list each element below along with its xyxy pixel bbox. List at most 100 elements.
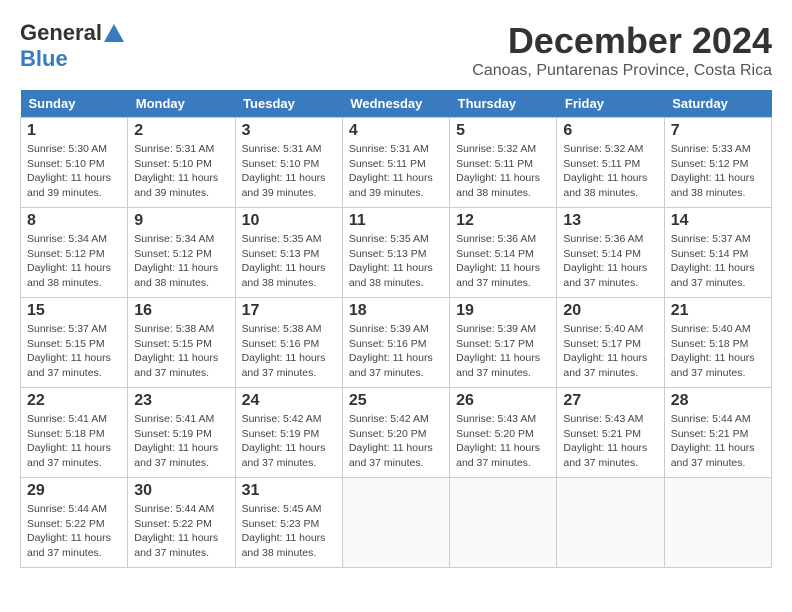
day-cell-15: 15 Sunrise: 5:37 AM Sunset: 5:15 PM Dayl… — [21, 298, 128, 388]
day-info: Sunrise: 5:34 AM Sunset: 5:12 PM Dayligh… — [27, 232, 121, 291]
day-cell-9: 9 Sunrise: 5:34 AM Sunset: 5:12 PM Dayli… — [128, 208, 235, 298]
day-cell-21: 21 Sunrise: 5:40 AM Sunset: 5:18 PM Dayl… — [664, 298, 771, 388]
logo: General Blue — [20, 20, 124, 72]
day-info: Sunrise: 5:41 AM Sunset: 5:19 PM Dayligh… — [134, 412, 228, 471]
day-number: 27 — [563, 392, 657, 410]
day-number: 21 — [671, 302, 765, 320]
empty-cell — [342, 478, 449, 568]
day-cell-7: 7 Sunrise: 5:33 AM Sunset: 5:12 PM Dayli… — [664, 118, 771, 208]
day-number: 28 — [671, 392, 765, 410]
day-number: 2 — [134, 122, 228, 140]
day-number: 11 — [349, 212, 443, 230]
day-number: 9 — [134, 212, 228, 230]
day-number: 19 — [456, 302, 550, 320]
day-info: Sunrise: 5:44 AM Sunset: 5:21 PM Dayligh… — [671, 412, 765, 471]
header-saturday: Saturday — [664, 90, 771, 118]
day-cell-10: 10 Sunrise: 5:35 AM Sunset: 5:13 PM Dayl… — [235, 208, 342, 298]
day-number: 14 — [671, 212, 765, 230]
day-info: Sunrise: 5:37 AM Sunset: 5:15 PM Dayligh… — [27, 322, 121, 381]
day-cell-26: 26 Sunrise: 5:43 AM Sunset: 5:20 PM Dayl… — [450, 388, 557, 478]
day-info: Sunrise: 5:39 AM Sunset: 5:16 PM Dayligh… — [349, 322, 443, 381]
day-cell-19: 19 Sunrise: 5:39 AM Sunset: 5:17 PM Dayl… — [450, 298, 557, 388]
day-cell-29: 29 Sunrise: 5:44 AM Sunset: 5:22 PM Dayl… — [21, 478, 128, 568]
header-tuesday: Tuesday — [235, 90, 342, 118]
day-info: Sunrise: 5:36 AM Sunset: 5:14 PM Dayligh… — [563, 232, 657, 291]
day-number: 6 — [563, 122, 657, 140]
day-cell-17: 17 Sunrise: 5:38 AM Sunset: 5:16 PM Dayl… — [235, 298, 342, 388]
day-number: 20 — [563, 302, 657, 320]
day-info: Sunrise: 5:40 AM Sunset: 5:18 PM Dayligh… — [671, 322, 765, 381]
empty-cell — [664, 478, 771, 568]
day-cell-8: 8 Sunrise: 5:34 AM Sunset: 5:12 PM Dayli… — [21, 208, 128, 298]
day-number: 12 — [456, 212, 550, 230]
day-number: 4 — [349, 122, 443, 140]
day-number: 15 — [27, 302, 121, 320]
page-header: General Blue December 2024 Canoas, Punta… — [20, 20, 772, 80]
day-number: 5 — [456, 122, 550, 140]
calendar-table: Sunday Monday Tuesday Wednesday Thursday… — [20, 90, 772, 568]
calendar-week-row: 8 Sunrise: 5:34 AM Sunset: 5:12 PM Dayli… — [21, 208, 772, 298]
day-number: 16 — [134, 302, 228, 320]
logo-blue-text: Blue — [20, 46, 68, 72]
day-number: 24 — [242, 392, 336, 410]
day-cell-23: 23 Sunrise: 5:41 AM Sunset: 5:19 PM Dayl… — [128, 388, 235, 478]
calendar-header-row: Sunday Monday Tuesday Wednesday Thursday… — [21, 90, 772, 118]
day-info: Sunrise: 5:35 AM Sunset: 5:13 PM Dayligh… — [242, 232, 336, 291]
day-info: Sunrise: 5:43 AM Sunset: 5:21 PM Dayligh… — [563, 412, 657, 471]
header-monday: Monday — [128, 90, 235, 118]
month-year-title: December 2024 — [472, 20, 772, 62]
day-cell-31: 31 Sunrise: 5:45 AM Sunset: 5:23 PM Dayl… — [235, 478, 342, 568]
day-cell-3: 3 Sunrise: 5:31 AM Sunset: 5:10 PM Dayli… — [235, 118, 342, 208]
day-cell-6: 6 Sunrise: 5:32 AM Sunset: 5:11 PM Dayli… — [557, 118, 664, 208]
day-info: Sunrise: 5:37 AM Sunset: 5:14 PM Dayligh… — [671, 232, 765, 291]
day-cell-25: 25 Sunrise: 5:42 AM Sunset: 5:20 PM Dayl… — [342, 388, 449, 478]
day-number: 17 — [242, 302, 336, 320]
day-info: Sunrise: 5:44 AM Sunset: 5:22 PM Dayligh… — [134, 502, 228, 561]
day-info: Sunrise: 5:31 AM Sunset: 5:10 PM Dayligh… — [134, 142, 228, 201]
day-info: Sunrise: 5:34 AM Sunset: 5:12 PM Dayligh… — [134, 232, 228, 291]
day-info: Sunrise: 5:43 AM Sunset: 5:20 PM Dayligh… — [456, 412, 550, 471]
logo-general-text: General — [20, 20, 102, 46]
calendar-week-row: 29 Sunrise: 5:44 AM Sunset: 5:22 PM Dayl… — [21, 478, 772, 568]
header-thursday: Thursday — [450, 90, 557, 118]
day-number: 31 — [242, 482, 336, 500]
header-wednesday: Wednesday — [342, 90, 449, 118]
day-number: 7 — [671, 122, 765, 140]
calendar-week-row: 15 Sunrise: 5:37 AM Sunset: 5:15 PM Dayl… — [21, 298, 772, 388]
day-cell-28: 28 Sunrise: 5:44 AM Sunset: 5:21 PM Dayl… — [664, 388, 771, 478]
day-info: Sunrise: 5:32 AM Sunset: 5:11 PM Dayligh… — [456, 142, 550, 201]
location-subtitle: Canoas, Puntarenas Province, Costa Rica — [472, 62, 772, 80]
calendar-week-row: 22 Sunrise: 5:41 AM Sunset: 5:18 PM Dayl… — [21, 388, 772, 478]
day-number: 25 — [349, 392, 443, 410]
day-cell-12: 12 Sunrise: 5:36 AM Sunset: 5:14 PM Dayl… — [450, 208, 557, 298]
day-number: 13 — [563, 212, 657, 230]
day-info: Sunrise: 5:35 AM Sunset: 5:13 PM Dayligh… — [349, 232, 443, 291]
day-cell-13: 13 Sunrise: 5:36 AM Sunset: 5:14 PM Dayl… — [557, 208, 664, 298]
day-cell-20: 20 Sunrise: 5:40 AM Sunset: 5:17 PM Dayl… — [557, 298, 664, 388]
day-info: Sunrise: 5:42 AM Sunset: 5:19 PM Dayligh… — [242, 412, 336, 471]
day-number: 8 — [27, 212, 121, 230]
day-info: Sunrise: 5:39 AM Sunset: 5:17 PM Dayligh… — [456, 322, 550, 381]
day-info: Sunrise: 5:31 AM Sunset: 5:10 PM Dayligh… — [242, 142, 336, 201]
day-number: 29 — [27, 482, 121, 500]
day-number: 1 — [27, 122, 121, 140]
day-cell-22: 22 Sunrise: 5:41 AM Sunset: 5:18 PM Dayl… — [21, 388, 128, 478]
day-info: Sunrise: 5:32 AM Sunset: 5:11 PM Dayligh… — [563, 142, 657, 201]
day-cell-14: 14 Sunrise: 5:37 AM Sunset: 5:14 PM Dayl… — [664, 208, 771, 298]
logo-icon — [104, 24, 124, 42]
day-info: Sunrise: 5:38 AM Sunset: 5:16 PM Dayligh… — [242, 322, 336, 381]
header-friday: Friday — [557, 90, 664, 118]
day-cell-5: 5 Sunrise: 5:32 AM Sunset: 5:11 PM Dayli… — [450, 118, 557, 208]
day-info: Sunrise: 5:30 AM Sunset: 5:10 PM Dayligh… — [27, 142, 121, 201]
day-number: 3 — [242, 122, 336, 140]
day-info: Sunrise: 5:38 AM Sunset: 5:15 PM Dayligh… — [134, 322, 228, 381]
day-info: Sunrise: 5:40 AM Sunset: 5:17 PM Dayligh… — [563, 322, 657, 381]
day-cell-11: 11 Sunrise: 5:35 AM Sunset: 5:13 PM Dayl… — [342, 208, 449, 298]
day-number: 30 — [134, 482, 228, 500]
day-info: Sunrise: 5:31 AM Sunset: 5:11 PM Dayligh… — [349, 142, 443, 201]
day-info: Sunrise: 5:44 AM Sunset: 5:22 PM Dayligh… — [27, 502, 121, 561]
title-area: December 2024 Canoas, Puntarenas Provinc… — [472, 20, 772, 80]
day-cell-2: 2 Sunrise: 5:31 AM Sunset: 5:10 PM Dayli… — [128, 118, 235, 208]
day-number: 18 — [349, 302, 443, 320]
day-cell-30: 30 Sunrise: 5:44 AM Sunset: 5:22 PM Dayl… — [128, 478, 235, 568]
